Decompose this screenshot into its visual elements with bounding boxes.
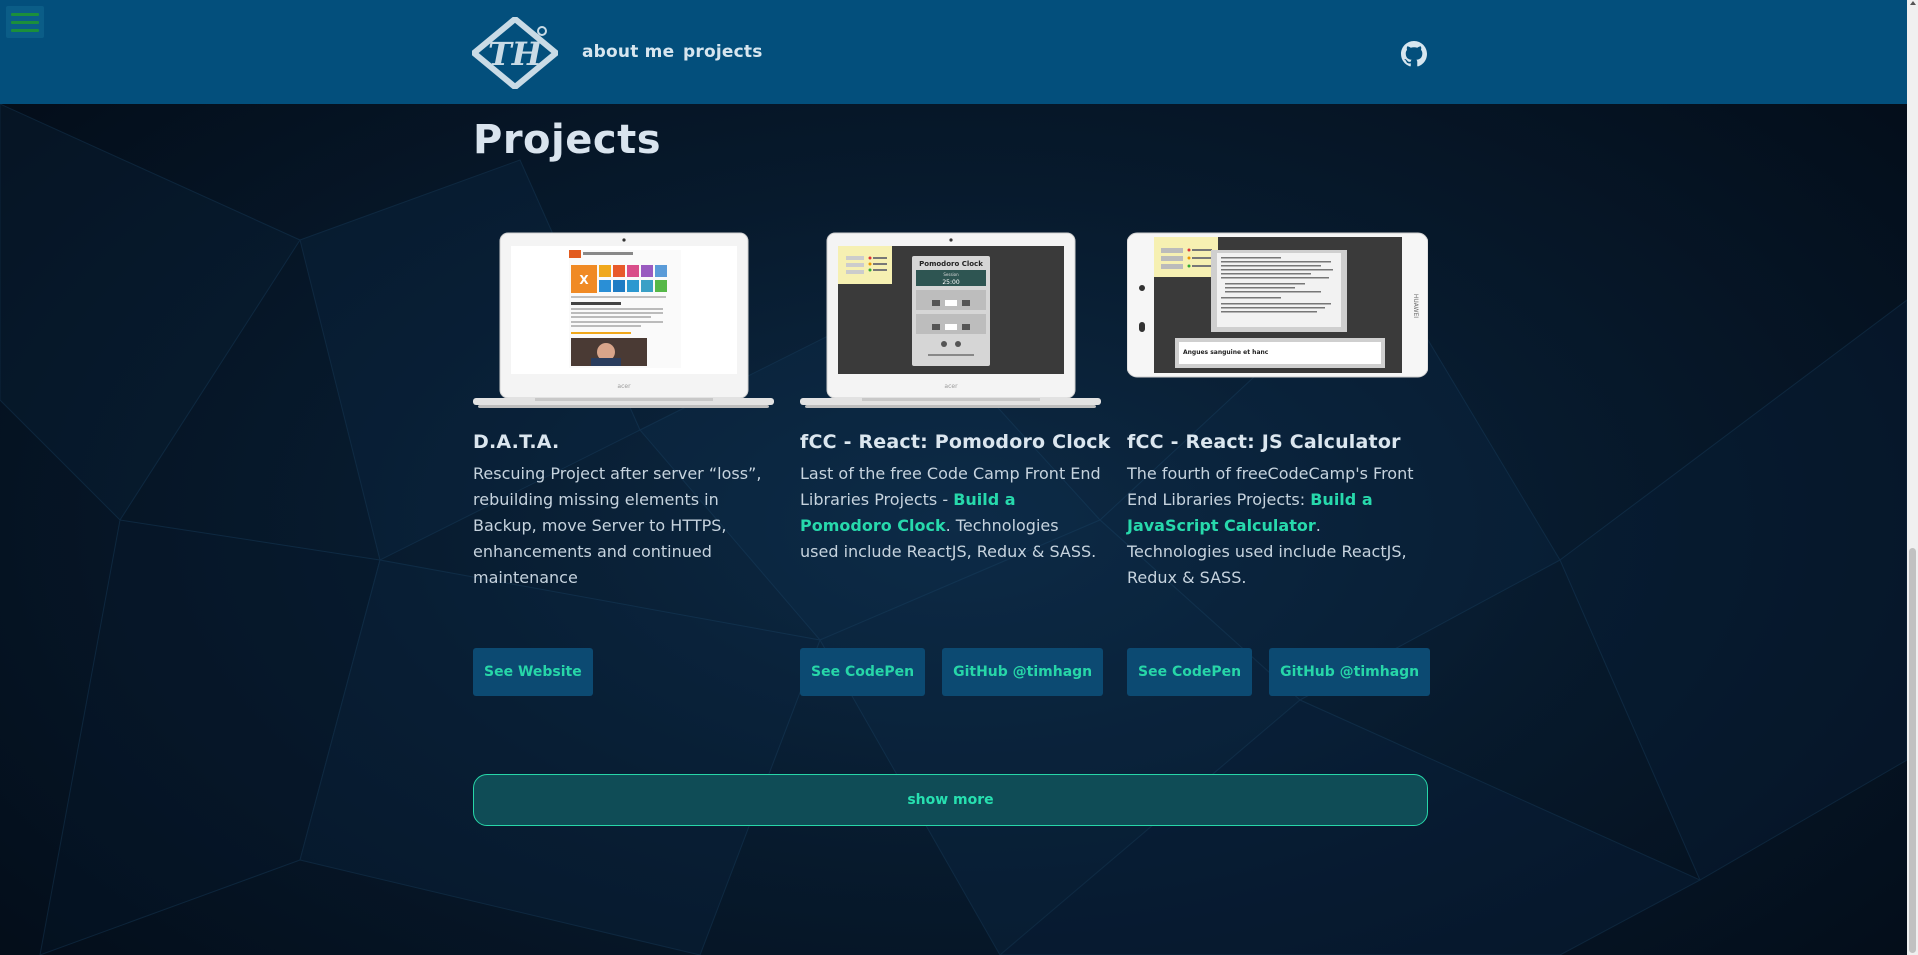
- hamburger-bar: [11, 12, 39, 16]
- laptop-screenshot: Pomodoro Clock Session 25:00 acer: [800, 232, 1101, 408]
- project-buttons-calculator: See CodePen GitHub @timhagn: [1127, 648, 1431, 696]
- project-description: Rescuing Project after server “loss”, re…: [473, 464, 762, 587]
- screen-title: Pomodoro Clock: [919, 260, 983, 268]
- show-more-button[interactable]: show more: [473, 774, 1428, 826]
- page-title: Projects: [473, 117, 662, 163]
- screen-caption: Angues sanguine et hanc: [1183, 349, 1269, 356]
- top-navbar: TH about me projects: [0, 0, 1907, 104]
- laptop-screenshot: X acer: [473, 232, 774, 408]
- screen-session-label: Session: [943, 272, 959, 277]
- svg-text:acer: acer: [617, 383, 631, 390]
- see-codepen-button[interactable]: See CodePen: [1127, 648, 1253, 696]
- project-description: The fourth of freeCodeCamp's Front End L…: [1127, 461, 1428, 591]
- svg-text:acer: acer: [944, 383, 958, 390]
- project-buttons-data: See Website: [473, 648, 593, 696]
- svg-text:TH: TH: [488, 35, 544, 73]
- project-description: Last of the free Code Camp Front End Lib…: [800, 461, 1101, 565]
- phone-screenshot: Angues sanguine et hanc HUAWEI: [1126, 232, 1429, 378]
- project-buttons-pomodoro: See CodePen GitHub @timhagn: [800, 648, 1104, 696]
- github-button[interactable]: GitHub @timhagn: [1269, 648, 1431, 696]
- svg-text:X: X: [579, 273, 589, 287]
- description-text: Last of the free Code Camp Front End Lib…: [800, 464, 1101, 509]
- github-icon[interactable]: [1401, 41, 1427, 67]
- see-website-button[interactable]: See Website: [473, 648, 593, 696]
- nav-projects-link[interactable]: projects: [683, 42, 763, 62]
- project-title: fCC - React: JS Calculator: [1127, 431, 1401, 453]
- hamburger-bar: [11, 28, 39, 32]
- project-card-calculator: Angues sanguine et hanc HUAWEI fCC - Rea…: [1126, 228, 1429, 591]
- see-codepen-button[interactable]: See CodePen: [800, 648, 926, 696]
- th-diamond-logo-icon[interactable]: TH: [472, 17, 558, 89]
- phone-brand: HUAWEI: [1412, 294, 1419, 318]
- hamburger-bar: [11, 20, 39, 24]
- project-title: fCC - React: Pomodoro Clock: [800, 431, 1111, 453]
- scroll-up-arrow-icon[interactable]: [1910, 1, 1916, 5]
- project-card-data: X acer D.A.T.A. Rescuing Project after s…: [473, 228, 774, 591]
- project-card-pomodoro: Pomodoro Clock Session 25:00 acer fCC - …: [800, 228, 1111, 565]
- projects-section: Projects X acer D.A.T.A. Rescuing Projec…: [0, 0, 1907, 955]
- scrollbar[interactable]: [1907, 0, 1918, 955]
- project-title: D.A.T.A.: [473, 431, 560, 453]
- github-button[interactable]: GitHub @timhagn: [942, 648, 1104, 696]
- screen-time: 25:00: [942, 279, 959, 286]
- menu-toggle-button[interactable]: [6, 6, 44, 38]
- scrollbar-thumb[interactable]: [1909, 548, 1916, 953]
- nav-about-me-link[interactable]: about me: [582, 42, 674, 62]
